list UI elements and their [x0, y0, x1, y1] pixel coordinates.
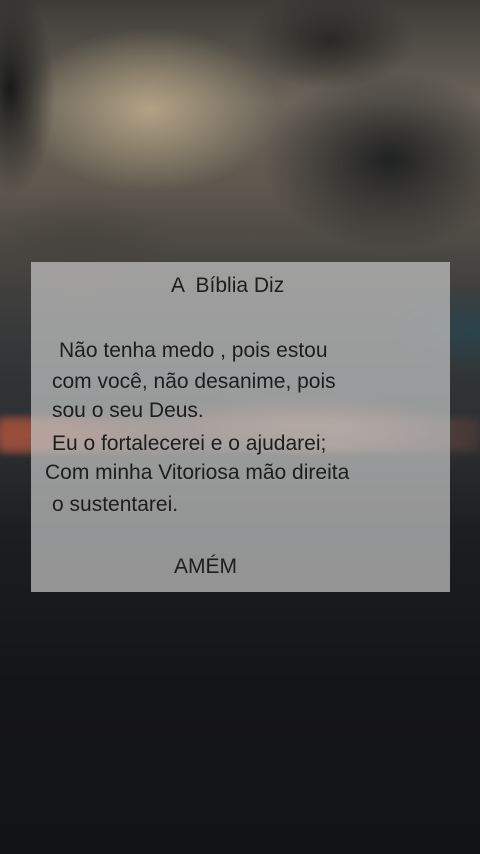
verse-line-2: com você, não desanime, pois: [52, 370, 336, 393]
verse-line-1: Não tenha medo , pois estou: [59, 339, 328, 362]
verse-line-5: Com minha Vitoriosa mão direita: [45, 461, 350, 484]
verse-title: A Bíblia Diz: [171, 274, 285, 297]
verse-card: A Bíblia Diz Não tenha medo , pois estou…: [31, 262, 450, 592]
verse-line-4: Eu o fortalecerei e o ajudarei;: [52, 432, 327, 455]
verse-line-6: o sustentarei.: [52, 493, 179, 516]
verse-line-3: sou o seu Deus.: [52, 399, 204, 422]
verse-closing: AMÉM: [174, 555, 237, 578]
